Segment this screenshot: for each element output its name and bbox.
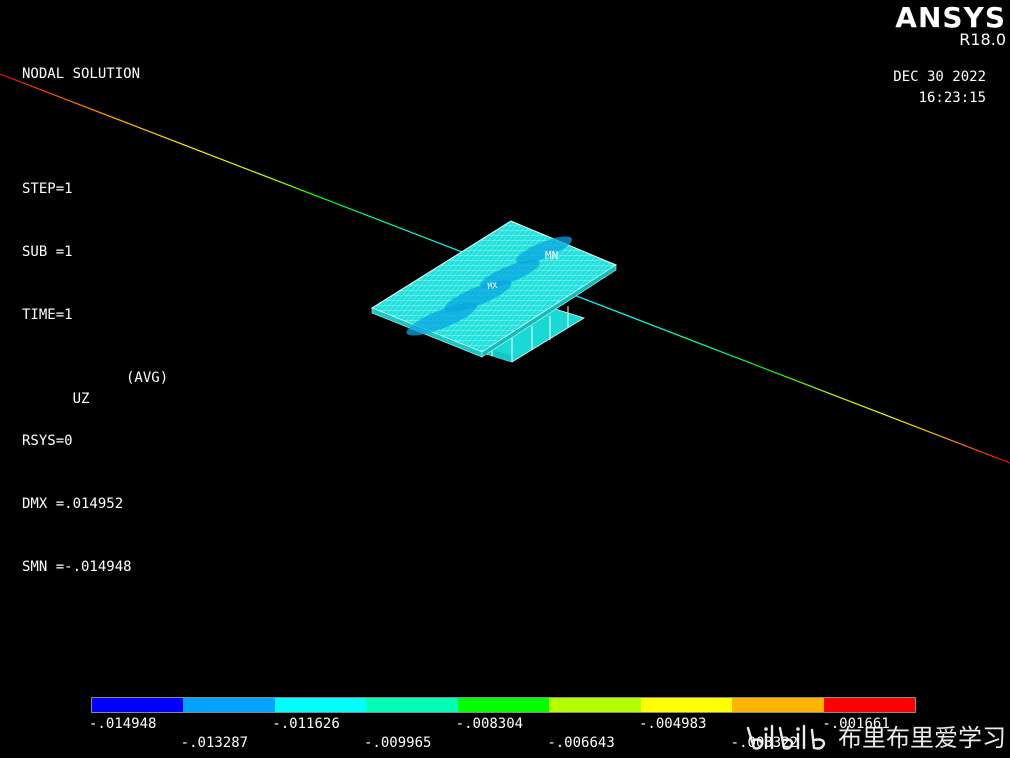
dmx-value: DMX =.014952 — [22, 496, 124, 512]
legend-swatch — [92, 698, 184, 712]
step-value: STEP=1 — [22, 181, 73, 197]
watermark: 布里布里爱学习 — [742, 720, 1006, 756]
avg-label: (AVG) — [126, 370, 169, 386]
datetime-stamp: DEC 30 2022 16:23:15 — [893, 67, 986, 109]
uz-line: UZ (AVG) — [22, 368, 169, 407]
bilibili-logo-icon — [746, 724, 826, 750]
time-text: 16:23:15 — [918, 90, 986, 106]
legend-swatch — [366, 698, 458, 712]
legend-swatch — [823, 698, 915, 712]
legend-swatch — [183, 698, 275, 712]
date-text: DEC 30 2022 — [893, 69, 986, 85]
legend-swatch — [732, 698, 824, 712]
substep-value: SUB =1 — [22, 244, 73, 260]
legend-swatch — [549, 698, 641, 712]
legend-swatch — [640, 698, 733, 712]
solution-info: NODAL SOLUTION STEP=1 SUB =1 TIME=1 UZ (… — [22, 22, 169, 620]
mn-marker: MN — [545, 249, 558, 262]
uz-label: UZ — [72, 391, 90, 407]
graphics-window[interactable]: MN MX NODAL SOLUTION STEP=1 SUB =1 TIME=… — [0, 0, 1010, 758]
legend-swatch — [457, 698, 550, 712]
smn-value: SMN =-.014948 — [22, 559, 132, 575]
mx-marker: MX — [487, 281, 498, 291]
contour-legend-bar — [91, 697, 916, 713]
time-value: TIME=1 — [22, 307, 73, 323]
legend-swatch — [274, 698, 367, 712]
solution-title: NODAL SOLUTION — [22, 66, 141, 82]
ansys-brand: ANSYS R18.0 — [895, 0, 1006, 48]
watermark-text: 布里布里爱学习 — [838, 724, 1006, 752]
